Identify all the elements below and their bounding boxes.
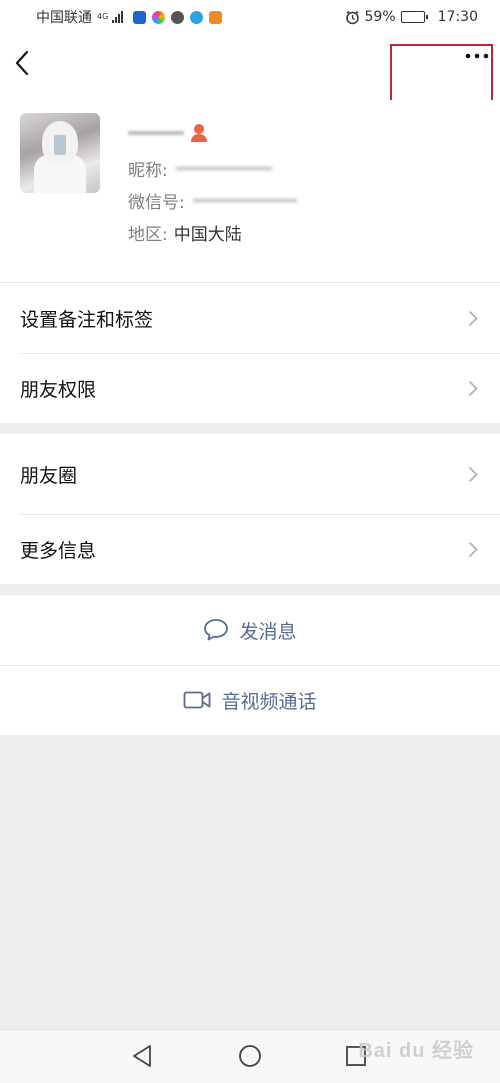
more-dots-icon — [465, 53, 489, 59]
chevron-right-icon — [468, 541, 478, 558]
battery-icon — [400, 11, 428, 23]
watermark-logo: Bai du 经验 — [358, 1040, 474, 1062]
clock-time: 17:30 — [437, 9, 478, 25]
chevron-right-icon — [468, 380, 478, 397]
alarm-clock-icon — [345, 10, 359, 24]
menu-item-friend-permissions[interactable]: 朋友权限 — [0, 353, 500, 423]
video-call-button[interactable]: 音视频通话 — [0, 665, 500, 735]
display-name-row — [128, 122, 208, 144]
avatar[interactable] — [20, 113, 100, 193]
status-bar: 中国联通 4G 59% 17:30 — [0, 0, 500, 34]
region-value: 中国大陆 — [173, 225, 242, 245]
menu-item-label: 设置备注和标签 — [20, 308, 154, 331]
menu-item-moments[interactable]: 朋友圈 — [0, 434, 500, 514]
menu-item-more-info[interactable]: 更多信息 — [0, 514, 500, 584]
battery-percent: 59% — [364, 9, 396, 25]
chat-bubble-outline-icon — [204, 619, 229, 641]
shield-app-icon — [133, 10, 147, 24]
action-group: 发消息 音视频通话 — [0, 595, 500, 735]
menu-group-moments: 朋友圈 更多信息 — [0, 434, 500, 584]
video-camera-icon — [184, 691, 211, 709]
more-options-button[interactable] — [450, 44, 490, 74]
wechat-id-label: 微信号: — [128, 193, 185, 213]
send-message-label: 发消息 — [239, 620, 297, 643]
menu-item-set-remark-tags[interactable]: 设置备注和标签 — [0, 283, 500, 353]
signal-icon — [112, 11, 124, 23]
top-navigation-bar — [0, 34, 500, 100]
back-arrow-icon — [15, 50, 29, 76]
menu-item-label: 朋友权限 — [20, 378, 97, 401]
nav-home-circle-icon[interactable] — [238, 1044, 262, 1068]
wechat-id-line: 微信号: — [128, 188, 297, 213]
display-name-redacted — [128, 131, 184, 135]
send-message-button[interactable]: 发消息 — [0, 595, 500, 665]
colorful-app-icon — [152, 10, 166, 24]
video-app-icon — [209, 10, 223, 24]
chat-bubble-icon — [171, 10, 185, 24]
carrier-name: 中国联通 — [36, 10, 92, 26]
menu-group-remark: 设置备注和标签 朋友权限 — [0, 282, 500, 423]
menu-item-label: 更多信息 — [20, 539, 97, 562]
chevron-right-icon — [468, 466, 478, 483]
female-user-icon — [191, 124, 207, 142]
nickname-redacted — [175, 167, 272, 170]
menu-item-label: 朋友圈 — [20, 464, 78, 487]
nickname-line: 昵称: — [128, 156, 272, 181]
wechat-id-redacted — [192, 199, 297, 202]
region-line: 地区: 中国大陆 — [128, 220, 242, 245]
back-button[interactable] — [14, 50, 38, 78]
chevron-right-icon — [468, 310, 478, 327]
region-label: 地区: — [128, 225, 168, 245]
nickname-label: 昵称: — [128, 161, 168, 181]
video-call-label: 音视频通话 — [221, 690, 317, 713]
network-type: 4G — [97, 12, 109, 21]
telegram-icon — [190, 10, 204, 24]
profile-card: 昵称: 微信号: 地区: 中国大陆 — [0, 100, 500, 282]
nav-back-triangle-icon[interactable] — [131, 1044, 153, 1068]
